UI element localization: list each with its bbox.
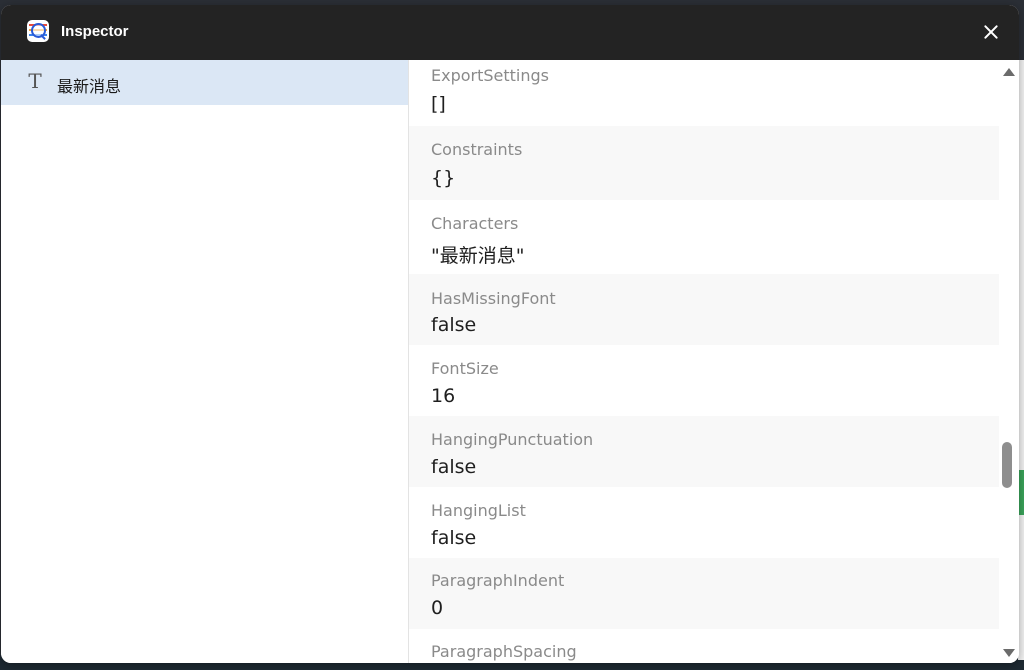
- property-value[interactable]: []: [431, 93, 446, 115]
- vertical-scrollbar[interactable]: [999, 60, 1019, 663]
- property-row: Constraints {}: [409, 126, 999, 200]
- property-name: HasMissingFont: [431, 289, 556, 308]
- property-row: HasMissingFont false: [409, 274, 999, 345]
- property-row: HangingPunctuation false: [409, 416, 999, 487]
- inspector-window: Inspector T 最新消息 ExportSettings [] Const…: [1, 5, 1019, 663]
- property-row: Characters "最新消息": [409, 200, 999, 274]
- scroll-up-arrow-icon[interactable]: [1003, 68, 1015, 76]
- property-value[interactable]: 16: [431, 385, 455, 407]
- properties-pane: ExportSettings [] Constraints {} Charact…: [409, 60, 1019, 663]
- inspector-magnifier-icon: [27, 20, 49, 42]
- property-row: ParagraphIndent 0: [409, 558, 999, 629]
- property-value[interactable]: false: [431, 527, 476, 549]
- property-name: ParagraphIndent: [431, 571, 565, 590]
- property-value[interactable]: false: [431, 456, 476, 478]
- property-value[interactable]: {}: [431, 167, 455, 189]
- property-name: ParagraphSpacing: [431, 642, 577, 661]
- property-name: ExportSettings: [431, 66, 549, 85]
- title-bar: Inspector: [1, 5, 1019, 60]
- property-row: HangingList false: [409, 487, 999, 558]
- close-icon[interactable]: [979, 20, 1003, 44]
- scroll-thumb[interactable]: [1002, 442, 1012, 488]
- layer-tree-pane: T 最新消息: [1, 60, 409, 663]
- text-type-icon: T: [28, 69, 42, 93]
- scroll-down-arrow-icon[interactable]: [1003, 649, 1015, 657]
- tree-item-selected[interactable]: T 最新消息: [1, 60, 408, 105]
- tree-item-label: 最新消息: [57, 77, 122, 96]
- property-name: HangingPunctuation: [431, 430, 594, 449]
- property-name: FontSize: [431, 359, 499, 378]
- property-value[interactable]: false: [431, 314, 476, 336]
- window-title: Inspector: [61, 23, 129, 40]
- property-name: Characters: [431, 214, 519, 233]
- property-name: Constraints: [431, 140, 523, 159]
- property-value[interactable]: "最新消息": [431, 241, 524, 268]
- property-row: FontSize 16: [409, 345, 999, 416]
- property-value[interactable]: 0: [431, 597, 443, 619]
- property-row: ParagraphSpacing: [409, 629, 999, 663]
- property-row: ExportSettings []: [409, 60, 999, 126]
- property-name: HangingList: [431, 501, 526, 520]
